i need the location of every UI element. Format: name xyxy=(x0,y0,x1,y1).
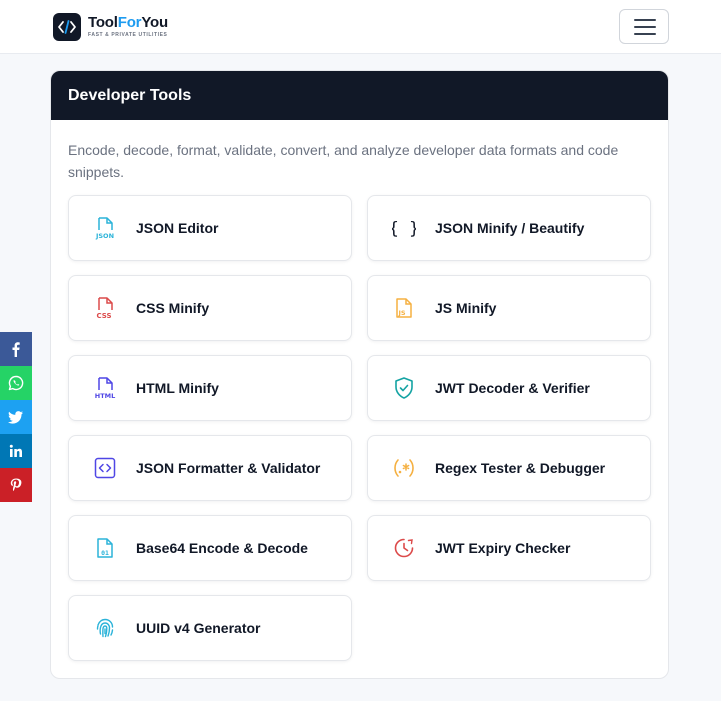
section-title: Developer Tools xyxy=(68,87,192,104)
tool-label: JSON Editor xyxy=(136,220,219,236)
tool-card-uuid-generator[interactable]: UUID v4 Generator xyxy=(68,595,352,661)
tool-label: JWT Decoder & Verifier xyxy=(435,380,590,396)
tool-label: JSON Minify / Beautify xyxy=(435,220,585,236)
hamburger-icon xyxy=(634,19,656,21)
share-whatsapp-button[interactable] xyxy=(0,366,32,400)
svg-text:JSON: JSON xyxy=(95,232,114,240)
share-twitter-button[interactable] xyxy=(0,400,32,434)
clock-icon xyxy=(392,536,416,560)
facebook-icon xyxy=(12,342,20,357)
tool-card-jwt-expiry[interactable]: JWT Expiry Checker xyxy=(367,515,651,581)
share-linkedin-button[interactable] xyxy=(0,434,32,468)
pinterest-icon xyxy=(10,478,22,492)
panel-header: Developer Tools xyxy=(51,71,668,120)
svg-text:JS: JS xyxy=(397,309,405,317)
menu-toggle-button[interactable] xyxy=(619,9,669,44)
svg-text:HTML: HTML xyxy=(95,392,115,400)
twitter-icon xyxy=(8,411,23,424)
tool-card-json-formatter[interactable]: JSON Formatter & Validator xyxy=(68,435,352,501)
whatsapp-icon xyxy=(8,375,24,391)
tool-card-json-minify[interactable]: { } JSON Minify / Beautify xyxy=(367,195,651,261)
section-description: Encode, decode, format, validate, conver… xyxy=(68,142,619,180)
code-brackets-icon xyxy=(93,456,117,480)
tool-label: JWT Expiry Checker xyxy=(435,540,571,556)
tool-label: JS Minify xyxy=(435,300,497,316)
tool-card-js-minify[interactable]: JS JS Minify xyxy=(367,275,651,341)
tool-label: Base64 Encode & Decode xyxy=(136,540,308,556)
top-header: ToolForYou FAST & PRIVATE UTILITIES xyxy=(0,0,721,54)
developer-tools-panel: Developer Tools Encode, decode, format, … xyxy=(50,70,669,679)
json-file-icon: JSON xyxy=(93,216,117,240)
binary-file-icon: 01 xyxy=(93,536,117,560)
regex-icon xyxy=(392,456,416,480)
tool-label: HTML Minify xyxy=(136,380,219,396)
fingerprint-icon xyxy=(93,616,117,640)
brand-tagline: FAST & PRIVATE UTILITIES xyxy=(88,32,168,38)
logo-code-icon[interactable] xyxy=(53,13,81,41)
html-file-icon: HTML xyxy=(93,376,117,400)
svg-text:01: 01 xyxy=(101,549,109,557)
svg-text:CSS: CSS xyxy=(96,312,111,320)
brand-name[interactable]: ToolForYou xyxy=(88,14,168,32)
tool-card-html-minify[interactable]: HTML HTML Minify xyxy=(68,355,352,421)
shield-check-icon xyxy=(392,376,416,400)
tool-card-regex-tester[interactable]: Regex Tester & Debugger xyxy=(367,435,651,501)
tool-card-json-editor[interactable]: JSON JSON Editor xyxy=(68,195,352,261)
share-pinterest-button[interactable] xyxy=(0,468,32,502)
tool-label: JSON Formatter & Validator xyxy=(136,460,321,476)
tool-label: CSS Minify xyxy=(136,300,210,316)
tool-card-base64[interactable]: 01 Base64 Encode & Decode xyxy=(68,515,352,581)
tool-label: UUID v4 Generator xyxy=(136,620,261,636)
svg-text:{ }: { } xyxy=(392,219,416,239)
tool-card-jwt-decoder[interactable]: JWT Decoder & Verifier xyxy=(367,355,651,421)
js-file-icon: JS xyxy=(392,296,416,320)
linkedin-icon xyxy=(9,444,22,457)
css-file-icon: CSS xyxy=(93,296,117,320)
tool-card-css-minify[interactable]: CSS CSS Minify xyxy=(68,275,352,341)
tool-label: Regex Tester & Debugger xyxy=(435,460,606,476)
share-facebook-button[interactable] xyxy=(0,332,32,366)
curly-braces-icon: { } xyxy=(389,216,420,240)
